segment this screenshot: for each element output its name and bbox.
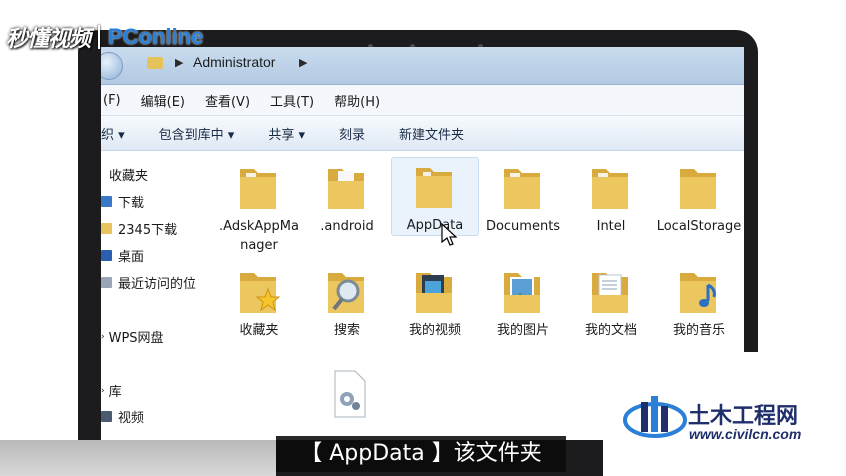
recent-places-icon xyxy=(101,277,112,288)
nav-downloads-label: 下载 xyxy=(118,196,145,211)
nav-recent-label: 最近访问的位 xyxy=(118,277,197,292)
folder-icon xyxy=(680,169,716,209)
folder-label: 我的音乐 xyxy=(672,323,725,338)
nav-wps-cloud[interactable]: › WPS网盘 xyxy=(101,327,164,346)
folder-label: 搜索 xyxy=(333,323,360,338)
folder-item[interactable]: 我的音乐 xyxy=(655,263,743,340)
nav-downloads-2345-label: 2345下载 xyxy=(118,223,178,238)
folder-icon xyxy=(101,223,112,234)
pictures-folder-icon xyxy=(504,273,540,313)
folder-label: .android xyxy=(320,219,374,234)
watermark-url: www.civilcn.com xyxy=(689,426,802,442)
command-bar: 织 ▾ 包含到库中 ▾ 共享 ▾ 刻录 新建文件夹 xyxy=(101,115,744,151)
nav-downloads-2345[interactable]: 2345下载 xyxy=(101,219,177,238)
music-folder-icon xyxy=(680,273,716,313)
navigation-pane: 收藏夹 下载 2345下载 桌面 最近访问的位 › WPS网盘 › 库 视频 xyxy=(101,151,199,440)
nav-desktop[interactable]: 桌面 xyxy=(101,246,144,265)
folder-item[interactable]: LocalStorage xyxy=(655,159,743,236)
settings-file-icon xyxy=(334,370,366,418)
folder-icon xyxy=(416,168,452,208)
file-item[interactable] xyxy=(319,369,379,421)
folder-item[interactable]: 我的图片 xyxy=(479,263,567,340)
expand-arrow-icon[interactable]: › xyxy=(101,386,105,396)
nav-libraries-label: 库 xyxy=(108,385,122,400)
menu-file[interactable]: (F) xyxy=(103,93,121,108)
download-icon xyxy=(101,196,112,207)
logo-divider xyxy=(98,25,101,49)
folder-label: AppData xyxy=(406,218,464,233)
search-folder-icon xyxy=(328,273,364,313)
folder-icon xyxy=(592,169,628,209)
nav-downloads[interactable]: 下载 xyxy=(101,192,144,211)
folder-label: Documents xyxy=(485,219,561,234)
expand-arrow-icon[interactable]: › xyxy=(101,332,105,342)
folder-item-appdata[interactable]: AppData xyxy=(391,157,479,236)
mouse-cursor-icon xyxy=(441,223,457,246)
laptop-base xyxy=(0,440,276,476)
folder-label: 我的视频 xyxy=(408,323,461,338)
folder-item[interactable]: Documents xyxy=(479,159,567,236)
favorites-folder-icon xyxy=(240,273,281,313)
folder-label: 我的文档 xyxy=(584,323,637,338)
breadcrumb-arrow-icon[interactable]: ▶ xyxy=(299,56,307,69)
menu-help[interactable]: 帮助(H) xyxy=(334,91,380,110)
folder-icon xyxy=(240,169,276,209)
nav-favorites[interactable]: 收藏夹 xyxy=(109,165,148,184)
folder-label: Intel xyxy=(596,219,626,234)
brand-logos: 秒懂视频 PConline xyxy=(6,22,203,52)
nav-libraries[interactable]: › 库 xyxy=(101,381,122,400)
menu-bar: (F) 编辑(E) 查看(V) 工具(T) 帮助(H) xyxy=(101,85,744,115)
desktop-icon xyxy=(101,250,112,261)
menu-view[interactable]: 查看(V) xyxy=(205,91,250,110)
nav-videos[interactable]: 视频 xyxy=(101,407,144,426)
nav-desktop-label: 桌面 xyxy=(118,250,145,265)
folder-icon xyxy=(504,169,540,209)
burn-button[interactable]: 刻录 xyxy=(339,124,365,143)
nav-recent[interactable]: 最近访问的位 xyxy=(101,273,196,292)
videos-folder-icon xyxy=(416,273,452,313)
include-library-button[interactable]: 包含到库中 ▾ xyxy=(159,124,235,143)
pconline-logo: PConline xyxy=(108,24,204,49)
back-button[interactable] xyxy=(101,52,123,80)
folder-label: .AdskAppManager xyxy=(219,219,299,253)
nav-wps-cloud-label: WPS网盘 xyxy=(108,331,164,346)
folder-label: 收藏夹 xyxy=(239,323,279,338)
folder-label: 我的图片 xyxy=(496,323,549,338)
folder-item[interactable]: Intel xyxy=(567,159,655,236)
videos-icon xyxy=(101,411,112,422)
miaodong-logo: 秒懂视频 xyxy=(6,27,91,52)
folder-item[interactable]: 收藏夹 xyxy=(215,263,303,340)
folder-item[interactable]: 我的视频 xyxy=(391,263,479,340)
video-subtitle: 【 AppData 】该文件夹 xyxy=(276,436,566,472)
breadcrumb-arrow-icon[interactable]: ▶ xyxy=(175,56,183,69)
documents-folder-icon xyxy=(592,273,628,313)
folder-item[interactable]: 搜索 xyxy=(303,263,391,340)
nav-videos-label: 视频 xyxy=(118,411,145,426)
civilcn-watermark: 土木工程网 www.civilcn.com xyxy=(603,352,846,476)
civilcn-logo-icon xyxy=(623,396,687,438)
breadcrumb-folder-icon xyxy=(147,57,163,69)
menu-edit[interactable]: 编辑(E) xyxy=(141,91,185,110)
share-button[interactable]: 共享 ▾ xyxy=(268,124,305,143)
folder-item[interactable]: .AdskAppManager xyxy=(215,159,303,255)
new-folder-button[interactable]: 新建文件夹 xyxy=(399,124,464,143)
folder-icon xyxy=(328,169,364,209)
breadcrumb-path[interactable]: Administrator xyxy=(193,54,275,70)
folder-item[interactable]: .android xyxy=(303,159,391,236)
address-bar: ▶ Administrator ▶ xyxy=(101,47,744,85)
folder-label: LocalStorage xyxy=(656,219,742,234)
menu-tools[interactable]: 工具(T) xyxy=(270,91,314,110)
organize-button[interactable]: 织 ▾ xyxy=(101,124,125,143)
folder-item[interactable]: 我的文档 xyxy=(567,263,655,340)
nav-favorites-label: 收藏夹 xyxy=(109,169,149,184)
